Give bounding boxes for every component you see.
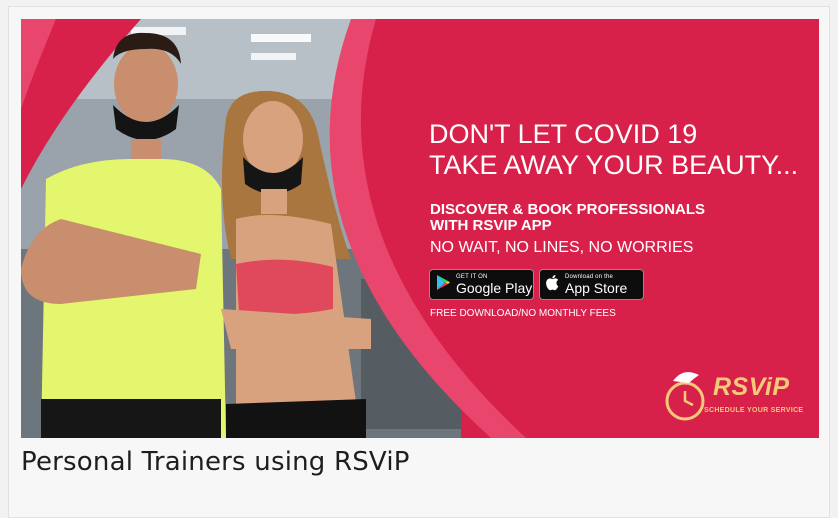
headline-line-2: TAKE AWAY YOUR BEAUTY... [429, 150, 799, 180]
banner-fees-note: FREE DOWNLOAD/NO MONTHLY FEES [430, 308, 616, 319]
app-store-badge[interactable]: Download on the App Store [539, 269, 644, 300]
logo-wordmark: RSViP [713, 373, 790, 401]
headline-line-1: DON'T LET COVID 19 [429, 119, 698, 149]
image-caption: Personal Trainers using RSViP [21, 447, 410, 477]
banner-headline: DON'T LET COVID 19 TAKE AWAY YOUR BEAUTY… [429, 119, 809, 181]
banner-subheadline: DISCOVER & BOOK PROFESSIONALS WITH RSVIP… [430, 202, 790, 234]
google-play-label: Google Play [456, 279, 533, 296]
google-play-badge[interactable]: GET IT ON Google Play [429, 269, 534, 300]
apple-icon [546, 274, 560, 296]
app-store-label: App Store [565, 279, 628, 296]
google-play-icon [436, 274, 451, 296]
image-card: DON'T LET COVID 19 TAKE AWAY YOUR BEAUTY… [8, 6, 830, 518]
banner-tagline: NO WAIT, NO LINES, NO WORRIES [430, 239, 694, 256]
logo-tagline: SCHEDULE YOUR SERVICE [704, 407, 804, 414]
subheadline-line-1: DISCOVER & BOOK PROFESSIONALS [430, 201, 706, 218]
subheadline-line-2: WITH RSVIP APP [430, 217, 552, 234]
promo-banner-image[interactable]: DON'T LET COVID 19 TAKE AWAY YOUR BEAUTY… [21, 19, 819, 438]
